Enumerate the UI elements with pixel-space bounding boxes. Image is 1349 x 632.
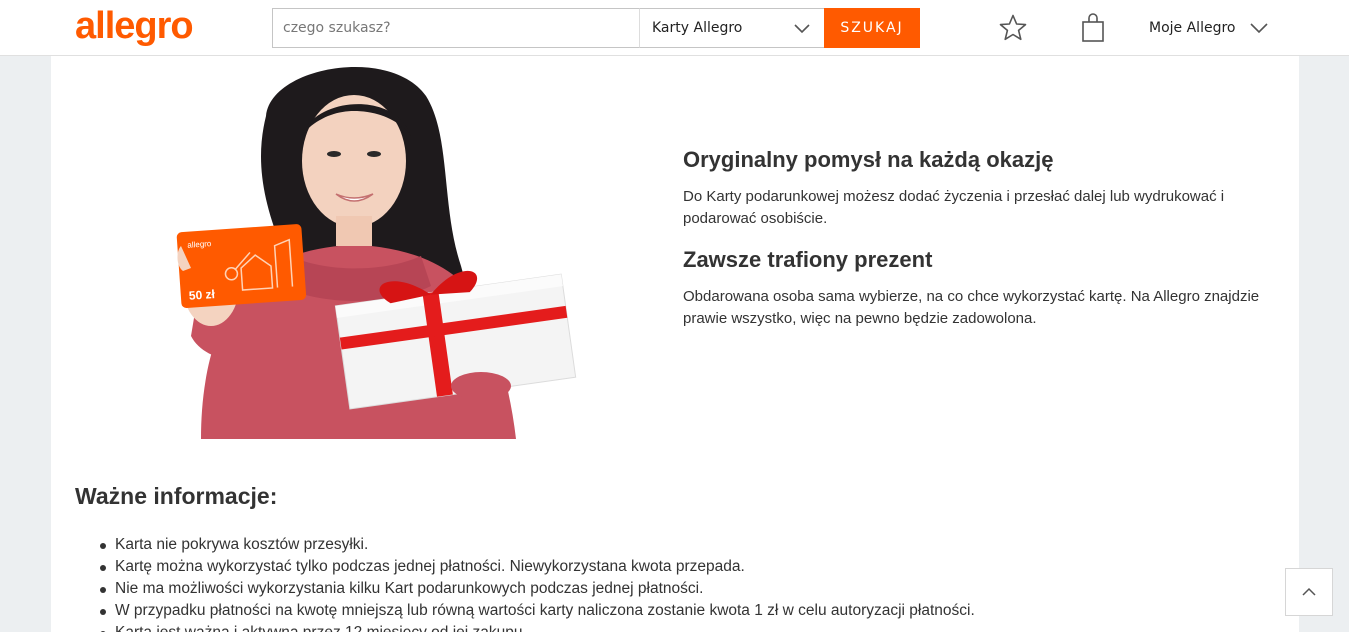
list-item-text: Karta jest ważna i aktywna przez 12 mies… (115, 624, 527, 632)
bullet-icon (100, 543, 106, 549)
bullet-icon (100, 587, 106, 593)
promo-text-gift: Obdarowana osoba sama wybierze, na co ch… (683, 288, 1260, 327)
promo-section: Oryginalny pomysł na każdą okazję Do Kar… (683, 146, 1273, 346)
promo-heading-occasion: Oryginalny pomysł na każdą okazję (683, 147, 1054, 172)
bullet-icon (100, 565, 106, 571)
promo-heading-gift: Zawsze trafiony prezent (683, 247, 933, 272)
my-allegro-menu[interactable]: Moje Allegro (1149, 16, 1269, 40)
my-allegro-label: Moje Allegro (1149, 20, 1236, 36)
gift-card-hero-image: allegro 50 zł (176, 67, 577, 439)
promo-text-occasion: Do Karty podarunkowej możesz dodać życze… (683, 188, 1225, 227)
bullet-icon (100, 609, 106, 615)
list-item: Karta nie pokrywa kosztów przesyłki. (99, 534, 1275, 556)
content-card: allegro 50 zł Oryginalny pomysł na każdą… (51, 56, 1299, 632)
allegro-logo[interactable]: allegro (75, 6, 194, 46)
list-item-text: W przypadku płatności na kwotę mniejszą … (115, 602, 975, 619)
chevron-down-icon (794, 24, 810, 34)
category-selected-label: Karty Allegro (652, 20, 743, 36)
shopping-bag-icon[interactable] (1080, 11, 1106, 43)
important-info-section: Ważne informacje: Karta nie pokrywa kosz… (75, 483, 1275, 632)
search-button[interactable]: SZUKAJ (824, 8, 920, 48)
list-item: Karta jest ważna i aktywna przez 12 mies… (99, 622, 1275, 632)
gift-card-value: 50 zł (188, 287, 216, 303)
star-icon[interactable] (998, 13, 1028, 43)
search-input[interactable] (272, 8, 640, 48)
chevron-up-icon (1302, 587, 1316, 596)
list-item: Nie ma możliwości wykorzystania kilku Ka… (99, 578, 1275, 600)
category-select[interactable]: Karty Allegro (639, 8, 825, 48)
gift-card-brand: allegro (187, 239, 212, 250)
important-info-heading: Ważne informacje: (75, 483, 278, 509)
list-item-text: Kartę można wykorzystać tylko podczas je… (115, 558, 745, 575)
list-item-text: Karta nie pokrywa kosztów przesyłki. (115, 536, 369, 553)
chevron-down-icon (1250, 23, 1269, 34)
list-item: W przypadku płatności na kwotę mniejszą … (99, 600, 1275, 622)
list-item-text: Nie ma możliwości wykorzystania kilku Ka… (115, 580, 704, 597)
scroll-to-top-button[interactable] (1285, 568, 1333, 616)
important-info-list: Karta nie pokrywa kosztów przesyłki. Kar… (99, 534, 1275, 632)
top-navigation-bar: allegro Karty Allegro SZUKAJ Moje Allegr… (0, 0, 1349, 56)
list-item: Kartę można wykorzystać tylko podczas je… (99, 556, 1275, 578)
